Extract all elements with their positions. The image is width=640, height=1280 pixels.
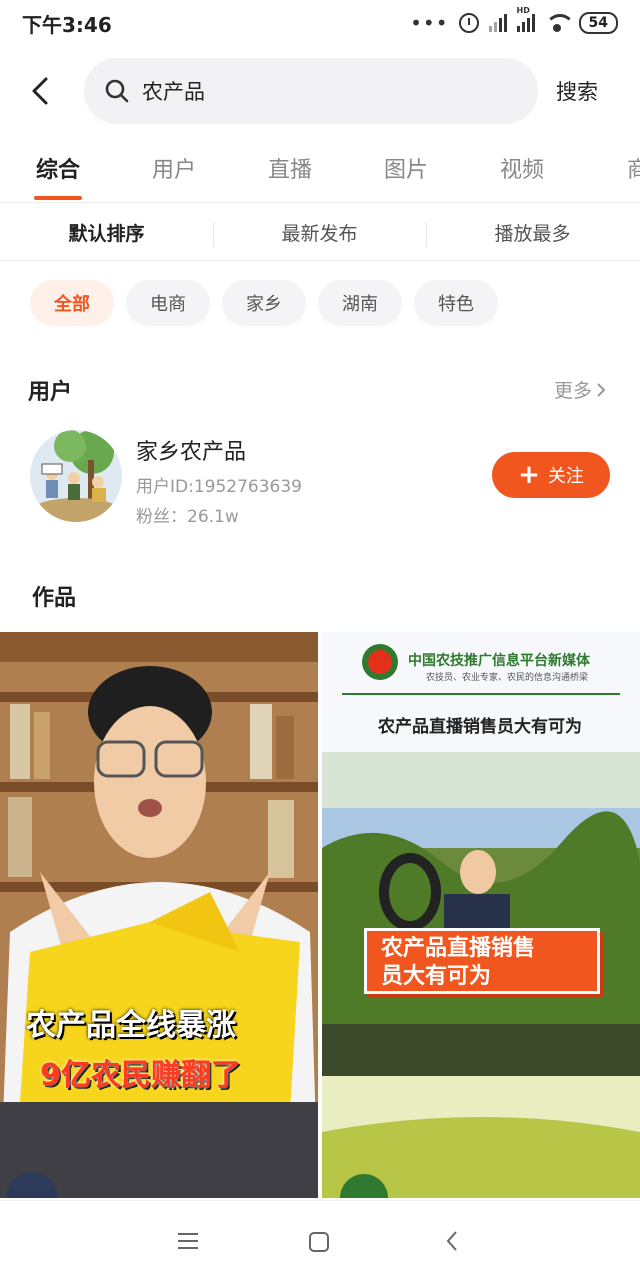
sort-default[interactable]: 默认排序: [0, 219, 213, 246]
home-icon[interactable]: [308, 1231, 330, 1253]
video-left-caption-1: 农产品全线暴涨: [26, 1008, 236, 1043]
alarm-icon: [458, 13, 479, 33]
org-title: 中国农技推广信息平台新媒体: [408, 653, 590, 669]
hd-label: HD: [516, 6, 530, 15]
user-name[interactable]: 家乡农产品: [136, 434, 246, 466]
sort-separator: [426, 222, 427, 246]
chevron-right-icon: [597, 382, 606, 397]
video-thumbnail-left: [0, 632, 318, 1198]
chip-hunan[interactable]: 湖南: [318, 280, 402, 326]
more-users-link[interactable]: 更多: [554, 376, 606, 403]
battery-icon: 54: [578, 12, 618, 34]
status-icons: ••• HD 54: [410, 6, 618, 35]
more-label: 更多: [554, 380, 593, 402]
search-icon: [105, 79, 129, 103]
status-bar: 下午3:46 ••• HD 54: [0, 0, 640, 46]
chip-ecommerce[interactable]: 电商: [126, 280, 210, 326]
overlay-line-1: 农产品直播销售: [381, 936, 536, 961]
menu-icon[interactable]: [176, 1231, 200, 1251]
sort-divider: [0, 260, 640, 261]
filter-chips: 全部 电商 家乡 湖南 特色: [30, 280, 498, 326]
tab-videos[interactable]: 视频: [464, 142, 580, 202]
tab-images[interactable]: 图片: [348, 142, 464, 202]
follow-button[interactable]: + 关注: [492, 452, 610, 498]
status-time: 下午3:46: [22, 12, 112, 37]
users-section-title: 用户: [28, 380, 73, 405]
sort-separator: [213, 222, 214, 246]
search-query: 农产品: [142, 80, 205, 104]
chip-all[interactable]: 全部: [30, 280, 114, 326]
signal-icon: [488, 14, 507, 32]
signal-hd-icon: HD: [516, 6, 535, 32]
search-button[interactable]: 搜索: [556, 76, 598, 106]
tab-products[interactable]: 商: [580, 142, 640, 202]
user-id: 用户ID:1952763639: [136, 477, 302, 497]
sort-options: 默认排序 最新发布 播放最多: [0, 204, 640, 260]
wifi-icon: [544, 14, 575, 32]
chip-specialty[interactable]: 特色: [414, 280, 498, 326]
user-fans: 粉丝：26.1w: [136, 507, 239, 527]
avatar[interactable]: [30, 430, 122, 522]
more-dots-icon: •••: [410, 11, 449, 35]
follow-label: 关注: [547, 466, 584, 487]
sort-newest[interactable]: 最新发布: [213, 219, 426, 246]
tab-live[interactable]: 直播: [232, 142, 348, 202]
result-tabs: 综合 用户 直播 图片 视频 商: [0, 142, 640, 202]
video-card-right[interactable]: 中国农技推广信息平台新媒体 农技员、农业专家、农民的信息沟通桥梁 农产品直播销售…: [322, 632, 640, 1198]
video-left-caption-2: 9亿农民赚翻了: [40, 1058, 241, 1093]
search-header: 农产品 搜索: [0, 56, 640, 126]
overlay-line-2: 员大有可为: [381, 964, 492, 989]
back-nav-icon[interactable]: [444, 1229, 460, 1253]
tab-users[interactable]: 用户: [116, 142, 232, 202]
video-card-left[interactable]: 农产品全线暴涨 9亿农民赚翻了: [0, 632, 318, 1198]
video-right-overlay: 农产品直播销售 员大有可为: [364, 928, 600, 994]
chip-hometown[interactable]: 家乡: [222, 280, 306, 326]
sort-most-played[interactable]: 播放最多: [426, 219, 639, 246]
avatar-illustration: [30, 430, 122, 522]
video-right-headline: 农产品直播销售员大有可为: [378, 717, 582, 737]
plus-icon: +: [518, 460, 540, 490]
org-subtitle: 农技员、农业专家、农民的信息沟通桥梁: [426, 673, 589, 683]
search-input[interactable]: 农产品: [84, 58, 538, 124]
tab-general[interactable]: 综合: [0, 142, 116, 202]
system-nav-bar: [0, 1200, 640, 1280]
tabs-divider: [0, 202, 640, 203]
back-icon[interactable]: [28, 76, 56, 106]
works-section-title: 作品: [32, 586, 77, 611]
